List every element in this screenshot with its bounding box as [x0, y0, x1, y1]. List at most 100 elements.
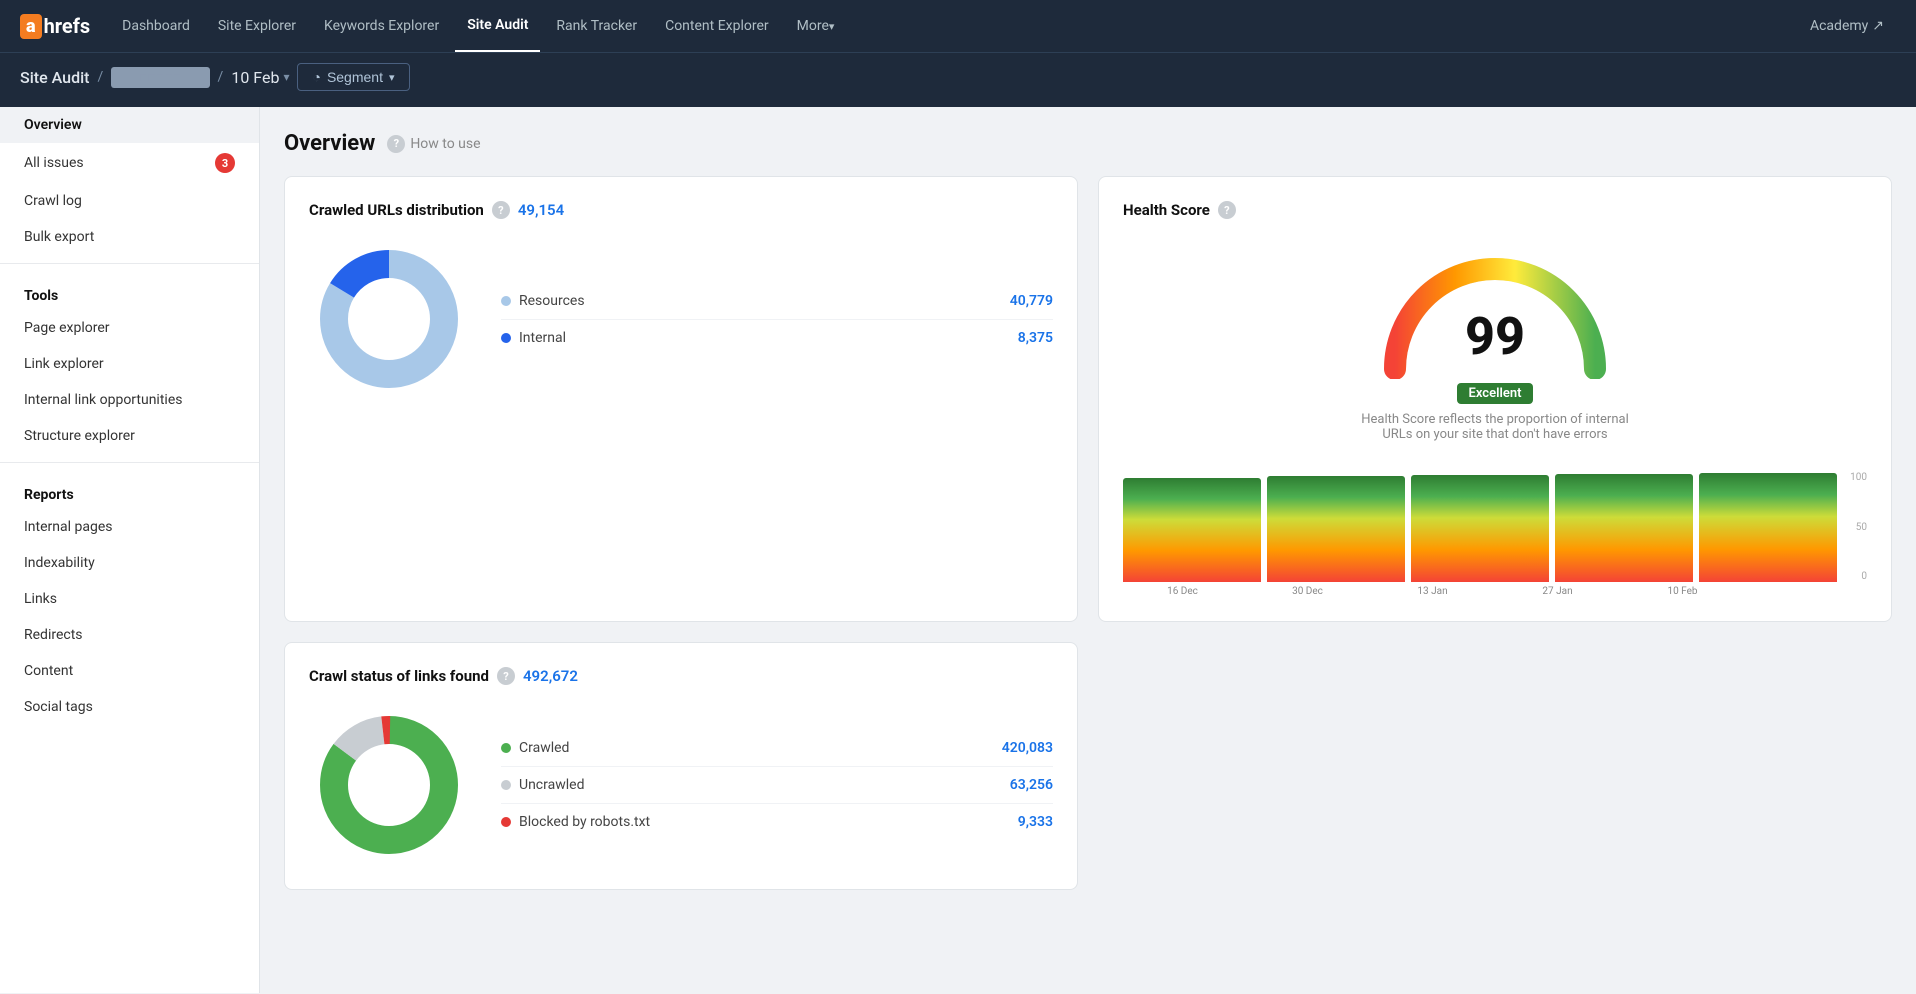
bar-4 — [1555, 474, 1693, 582]
page-title: Overview — [284, 131, 375, 156]
nav-keywords-explorer[interactable]: Keywords Explorer — [312, 0, 451, 52]
crawl-status-card: Crawl status of links found ? 492,672 — [284, 642, 1078, 890]
segment-icon: ◔ — [312, 69, 320, 85]
crawl-status-donut-row: Crawled 420,083 Uncrawled 63,256 — [309, 705, 1053, 865]
crawl-status-total: 492,672 — [523, 667, 578, 685]
health-score-badge: Excellent — [1457, 383, 1534, 404]
breadcrumb-date[interactable]: 10 Feb — [231, 68, 289, 87]
logo-text: hrefs — [44, 14, 91, 38]
breadcrumb-sep-1: / — [97, 69, 103, 85]
legend-item-internal: Internal 8,375 — [501, 320, 1053, 356]
nav-site-audit[interactable]: Site Audit — [455, 0, 540, 52]
health-score-title: Health Score ? — [1123, 201, 1867, 219]
page-title-row: Overview ? How to use — [284, 131, 1892, 156]
crawled-urls-title: Crawled URLs distribution ? 49,154 — [309, 201, 1053, 219]
sidebar-item-link-explorer[interactable]: Link explorer — [0, 346, 259, 382]
sidebar-item-social-tags[interactable]: Social tags — [0, 689, 259, 725]
nav-content-explorer[interactable]: Content Explorer — [653, 0, 781, 52]
blocked-value: 9,333 — [1018, 814, 1053, 830]
sidebar-item-crawl-log[interactable]: Crawl log — [0, 183, 259, 219]
crawl-status-legend: Crawled 420,083 Uncrawled 63,256 — [501, 730, 1053, 840]
crawled-dot — [501, 743, 511, 753]
blocked-dot — [501, 817, 511, 827]
sidebar-item-links[interactable]: Links — [0, 581, 259, 617]
nav-dashboard[interactable]: Dashboard — [110, 0, 202, 52]
health-score-help-icon: ? — [1218, 201, 1236, 219]
bar-group-5 — [1699, 472, 1837, 582]
legend-item-uncrawled: Uncrawled 63,256 — [501, 767, 1053, 804]
external-link-icon: ↗ — [1872, 18, 1884, 34]
uncrawled-dot — [501, 780, 511, 790]
sidebar-reports-header: Reports — [0, 471, 259, 509]
crawled-urls-total: 49,154 — [518, 201, 564, 219]
sidebar-item-structure-explorer[interactable]: Structure explorer — [0, 418, 259, 454]
resources-dot — [501, 296, 511, 306]
health-score-description: Health Score reflects the proportion of … — [1345, 412, 1645, 442]
bar-5 — [1699, 473, 1837, 582]
bars-and-yaxis: 100 50 0 — [1123, 472, 1867, 582]
nav-academy[interactable]: Academy ↗ — [1798, 18, 1896, 34]
sidebar-item-bulk-export[interactable]: Bulk export — [0, 219, 259, 255]
sidebar-item-internal-pages[interactable]: Internal pages — [0, 509, 259, 545]
nav-rank-tracker[interactable]: Rank Tracker — [544, 0, 649, 52]
help-icon: ? — [387, 135, 405, 153]
internal-value: 8,375 — [1018, 330, 1053, 346]
crawl-status-donut — [309, 705, 469, 865]
breadcrumb-site-audit: Site Audit — [20, 68, 89, 87]
legend-item-crawled: Crawled 420,083 — [501, 730, 1053, 767]
donut-svg-crawled — [309, 239, 469, 399]
legend-item-resources: Resources 40,779 — [501, 283, 1053, 320]
crawled-value: 420,083 — [1002, 740, 1053, 756]
crawled-urls-donut — [309, 239, 469, 399]
gauge-container: 99 — [1375, 249, 1615, 379]
internal-dot — [501, 333, 511, 343]
bar-group-1 — [1123, 472, 1261, 582]
health-score-bar-chart: 100 50 0 16 Dec 30 Dec 13 Jan 27 Jan 10 … — [1123, 472, 1867, 597]
uncrawled-value: 63,256 — [1010, 777, 1053, 793]
health-score-number: 99 — [1465, 311, 1525, 363]
bar-1 — [1123, 478, 1261, 583]
sidebar-item-indexability[interactable]: Indexability — [0, 545, 259, 581]
legend-item-blocked: Blocked by robots.txt 9,333 — [501, 804, 1053, 840]
sidebar-item-internal-link-opportunities[interactable]: Internal link opportunities — [0, 382, 259, 418]
resources-value: 40,779 — [1010, 293, 1053, 309]
cards-grid: Crawled URLs distribution ? 49,154 — [284, 176, 1892, 890]
sidebar-divider-1 — [0, 263, 259, 264]
y-axis-labels: 100 50 0 — [1837, 472, 1867, 582]
nav-site-explorer[interactable]: Site Explorer — [206, 0, 308, 52]
sidebar-item-page-explorer[interactable]: Page explorer — [0, 310, 259, 346]
crawled-urls-legend: Resources 40,779 Internal 8,375 — [501, 283, 1053, 356]
health-score-card: Health Score ? — [1098, 176, 1892, 622]
sidebar-item-redirects[interactable]: Redirects — [0, 617, 259, 653]
bar-group-2 — [1267, 472, 1405, 582]
breadcrumb-bar: Site Audit / ■■■■■ / 10 Feb ◔ Segment — [0, 52, 1916, 107]
main-content: Overview ? How to use Crawled URLs distr… — [260, 107, 1916, 993]
crawled-urls-card: Crawled URLs distribution ? 49,154 — [284, 176, 1078, 622]
top-navigation: a hrefs Dashboard Site Explorer Keywords… — [0, 0, 1916, 52]
all-issues-badge: 3 — [215, 153, 235, 173]
logo-icon: a — [20, 14, 42, 39]
sidebar-item-content[interactable]: Content — [0, 653, 259, 689]
sidebar-divider-2 — [0, 462, 259, 463]
donut-svg-crawl-status — [309, 705, 469, 865]
crawled-urls-help-icon: ? — [492, 201, 510, 219]
bar-3 — [1411, 475, 1549, 582]
crawled-urls-donut-row: Resources 40,779 Internal 8,375 — [309, 239, 1053, 399]
main-layout: Overview All issues 3 Crawl log Bulk exp… — [0, 107, 1916, 993]
bar-2 — [1267, 476, 1405, 582]
x-axis-labels: 16 Dec 30 Dec 13 Jan 27 Jan 10 Feb — [1123, 582, 1867, 597]
crawl-status-help-icon: ? — [497, 667, 515, 685]
bar-group-3 — [1411, 472, 1549, 582]
sidebar-item-overview[interactable]: Overview — [0, 107, 259, 143]
sidebar: Overview All issues 3 Crawl log Bulk exp… — [0, 107, 260, 993]
logo[interactable]: a hrefs — [20, 14, 90, 39]
how-to-use[interactable]: ? How to use — [387, 135, 480, 153]
bar-group-4 — [1555, 472, 1693, 582]
sidebar-tools-header: Tools — [0, 272, 259, 310]
sidebar-item-all-issues[interactable]: All issues 3 — [0, 143, 259, 183]
segment-button[interactable]: ◔ Segment — [297, 63, 409, 91]
bars-area — [1123, 472, 1837, 582]
breadcrumb-sep-2: / — [218, 69, 224, 85]
nav-more[interactable]: More — [785, 0, 847, 52]
breadcrumb-redacted: ■■■■■ — [111, 67, 209, 88]
